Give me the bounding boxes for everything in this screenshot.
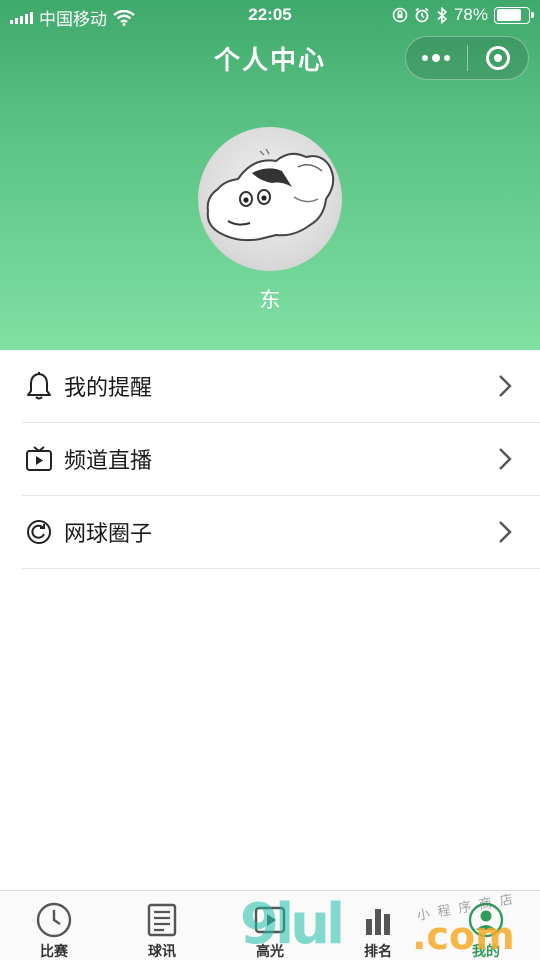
tab-label: 排名 <box>364 943 392 959</box>
alarm-icon <box>415 7 429 23</box>
news-icon <box>142 901 182 939</box>
tab-label: 球讯 <box>148 943 176 959</box>
username: 东 <box>259 289 281 312</box>
profile-header: 中国移动 22:05 78% 个人中心 东 <box>0 0 540 350</box>
status-right: 78% <box>392 5 534 25</box>
tab-highlights[interactable]: 高光 <box>216 891 324 960</box>
menu-item-reminders[interactable]: 我的提醒 <box>22 350 540 423</box>
menu-item-label: 频道直播 <box>64 448 153 473</box>
tab-label: 我的 <box>472 943 500 959</box>
tab-label: 高光 <box>256 943 284 959</box>
bluetooth-icon <box>437 6 448 24</box>
user-icon <box>466 901 506 939</box>
status-bar: 中国移动 22:05 78% <box>0 0 540 30</box>
tab-news[interactable]: 球讯 <box>108 891 216 960</box>
target-icon <box>485 46 510 70</box>
menu-item-tennis-circle[interactable]: 网球圈子 <box>22 496 540 569</box>
battery-fill <box>496 9 521 21</box>
more-dots-icon <box>422 54 451 62</box>
menu-item-label: 网球圈子 <box>64 521 153 546</box>
close-miniprogram-button[interactable] <box>467 36 528 80</box>
avatar-cartoon-image <box>206 148 335 242</box>
menu-item-label: 我的提醒 <box>64 375 153 400</box>
tab-label: 比赛 <box>40 943 68 959</box>
battery-icon <box>494 6 534 24</box>
chevron-right-icon <box>499 448 512 470</box>
tab-bar: 比赛 球讯 高光 排名 我的 <box>0 890 540 960</box>
bell-icon <box>24 371 54 401</box>
chevron-right-icon <box>499 375 512 397</box>
clock-icon <box>34 901 74 939</box>
rotation-lock-icon <box>392 7 408 23</box>
menu-item-live-channels[interactable]: 频道直播 <box>22 423 540 496</box>
tv-play-icon <box>24 444 54 474</box>
menu-list: 我的提醒 频道直播 网球圈子 <box>0 350 540 569</box>
miniprogram-capsule <box>405 36 529 80</box>
tab-me[interactable]: 我的 <box>432 891 540 960</box>
tab-rankings[interactable]: 排名 <box>324 891 432 960</box>
circle-arrow-icon <box>24 517 54 547</box>
chevron-right-icon <box>499 521 512 543</box>
ranking-icon <box>358 901 398 939</box>
avatar[interactable] <box>198 127 342 271</box>
battery-percent: 78% <box>453 5 488 24</box>
video-icon <box>250 901 290 939</box>
more-button[interactable] <box>406 36 467 80</box>
tab-matches[interactable]: 比赛 <box>0 891 108 960</box>
